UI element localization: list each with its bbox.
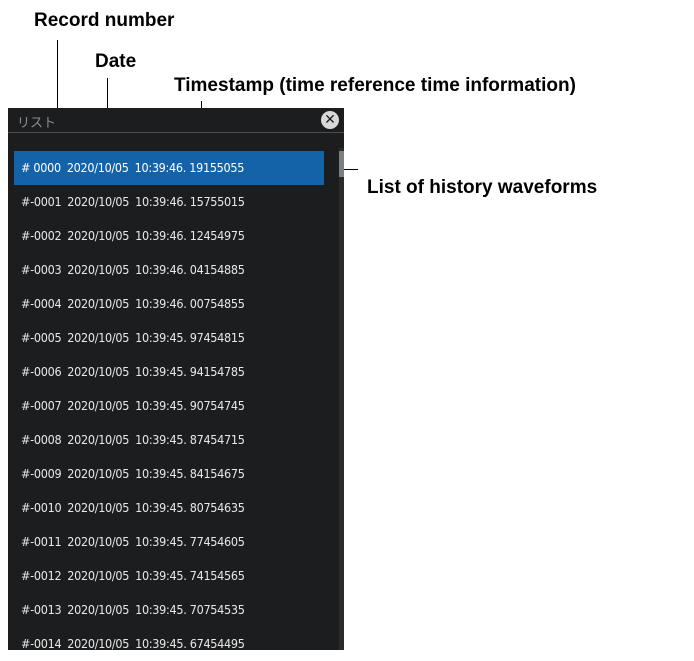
row-time: 10:39:46. 00754855 bbox=[135, 296, 245, 311]
row-record: #-0007 bbox=[21, 398, 62, 413]
row-record: #-0002 bbox=[21, 228, 62, 243]
history-list-row[interactable]: #-0003 2020/10/05 10:39:46. 04154885 bbox=[14, 253, 324, 287]
row-record: #-0005 bbox=[21, 330, 62, 345]
row-record: #-0003 bbox=[21, 262, 62, 277]
history-list-row[interactable]: #-0014 2020/10/05 10:39:45. 67454495 bbox=[14, 627, 324, 661]
history-list-row[interactable]: #-0011 2020/10/05 10:39:45. 77454605 bbox=[14, 525, 324, 559]
row-record: #-0013 bbox=[21, 602, 62, 617]
history-list-row[interactable]: #-0002 2020/10/05 10:39:46. 12454975 bbox=[14, 219, 324, 253]
history-list-callout: List of history waveforms bbox=[367, 177, 598, 198]
history-list-row[interactable]: #-0010 2020/10/05 10:39:45. 80754635 bbox=[14, 491, 324, 525]
history-list-row[interactable]: #-0007 2020/10/05 10:39:45. 90754745 bbox=[14, 389, 324, 423]
history-list-row[interactable]: #-0012 2020/10/05 10:39:45. 74154565 bbox=[14, 559, 324, 593]
record-number-callout: Record number bbox=[34, 10, 175, 31]
row-date: 2020/10/05 bbox=[67, 398, 130, 413]
row-record: #-0004 bbox=[21, 296, 62, 311]
row-date: 2020/10/05 bbox=[67, 466, 130, 481]
row-record: #-0010 bbox=[21, 500, 62, 515]
history-list-row[interactable]: #-0008 2020/10/05 10:39:45. 87454715 bbox=[14, 423, 324, 457]
row-date: 2020/10/05 bbox=[67, 500, 130, 515]
row-date: 2020/10/05 bbox=[67, 194, 130, 209]
row-date: 2020/10/05 bbox=[66, 160, 129, 175]
row-record: #-0006 bbox=[21, 364, 62, 379]
row-time: 10:39:45. 97454815 bbox=[135, 330, 245, 345]
row-record: #-0001 bbox=[21, 194, 62, 209]
row-date: 2020/10/05 bbox=[67, 568, 130, 583]
scrollbar-track[interactable] bbox=[339, 148, 344, 650]
row-date: 2020/10/05 bbox=[67, 636, 130, 651]
history-list-row[interactable]: #-0006 2020/10/05 10:39:45. 94154785 bbox=[14, 355, 324, 389]
history-list-row[interactable]: # 0000 2020/10/05 10:39:46. 19155055 bbox=[14, 151, 324, 185]
row-date: 2020/10/05 bbox=[67, 296, 130, 311]
row-record: #-0011 bbox=[21, 534, 62, 549]
row-date: 2020/10/05 bbox=[67, 534, 130, 549]
panel-title: リスト bbox=[17, 116, 57, 131]
history-list-row[interactable]: #-0001 2020/10/05 10:39:46. 15755015 bbox=[14, 185, 324, 219]
row-time: 10:39:46. 15755015 bbox=[135, 194, 245, 209]
row-date: 2020/10/05 bbox=[67, 262, 130, 277]
row-time: 10:39:45. 84154675 bbox=[135, 466, 245, 481]
row-time: 10:39:45. 70754535 bbox=[135, 602, 245, 617]
row-time: 10:39:45. 74154565 bbox=[135, 568, 245, 583]
close-icon[interactable]: ✕ bbox=[321, 111, 339, 129]
row-record: # 0000 bbox=[21, 160, 61, 175]
timestamp-callout: Timestamp (time reference time informati… bbox=[174, 75, 576, 96]
row-date: 2020/10/05 bbox=[67, 228, 130, 243]
history-list-row[interactable]: #-0004 2020/10/05 10:39:46. 00754855 bbox=[14, 287, 324, 321]
row-record: #-0012 bbox=[21, 568, 62, 583]
row-time: 10:39:45. 80754635 bbox=[135, 500, 245, 515]
row-time: 10:39:46. 04154885 bbox=[135, 262, 245, 277]
row-record: #-0009 bbox=[21, 466, 62, 481]
panel-header: リスト ✕ bbox=[8, 108, 344, 133]
row-time: 10:39:45. 87454715 bbox=[135, 432, 245, 447]
scrollbar-thumb[interactable] bbox=[339, 151, 344, 177]
date-callout: Date bbox=[95, 51, 137, 72]
history-list-panel: リスト ✕ # 0000 2020/10/05 10:39:46. 19155055… bbox=[8, 108, 344, 651]
row-time: 10:39:45. 77454605 bbox=[135, 534, 245, 549]
history-list-row[interactable]: #-0009 2020/10/05 10:39:45. 84154675 bbox=[14, 457, 324, 491]
row-date: 2020/10/05 bbox=[67, 330, 130, 345]
row-date: 2020/10/05 bbox=[67, 602, 130, 617]
row-time: 10:39:45. 90754745 bbox=[135, 398, 245, 413]
row-time: 10:39:46. 19155055 bbox=[134, 160, 245, 175]
row-date: 2020/10/05 bbox=[67, 364, 130, 379]
history-list: # 0000 2020/10/05 10:39:46. 19155055 #-0001… bbox=[14, 151, 324, 661]
row-time: 10:39:46. 12454975 bbox=[135, 228, 245, 243]
row-record: #-0008 bbox=[21, 432, 62, 447]
row-record: #-0014 bbox=[21, 636, 62, 651]
row-time: 10:39:45. 94154785 bbox=[135, 364, 245, 379]
history-list-row[interactable]: #-0005 2020/10/05 10:39:45. 97454815 bbox=[14, 321, 324, 355]
history-list-row[interactable]: #-0013 2020/10/05 10:39:45. 70754535 bbox=[14, 593, 324, 627]
row-date: 2020/10/05 bbox=[67, 432, 130, 447]
row-time: 10:39:45. 67454495 bbox=[135, 636, 245, 651]
